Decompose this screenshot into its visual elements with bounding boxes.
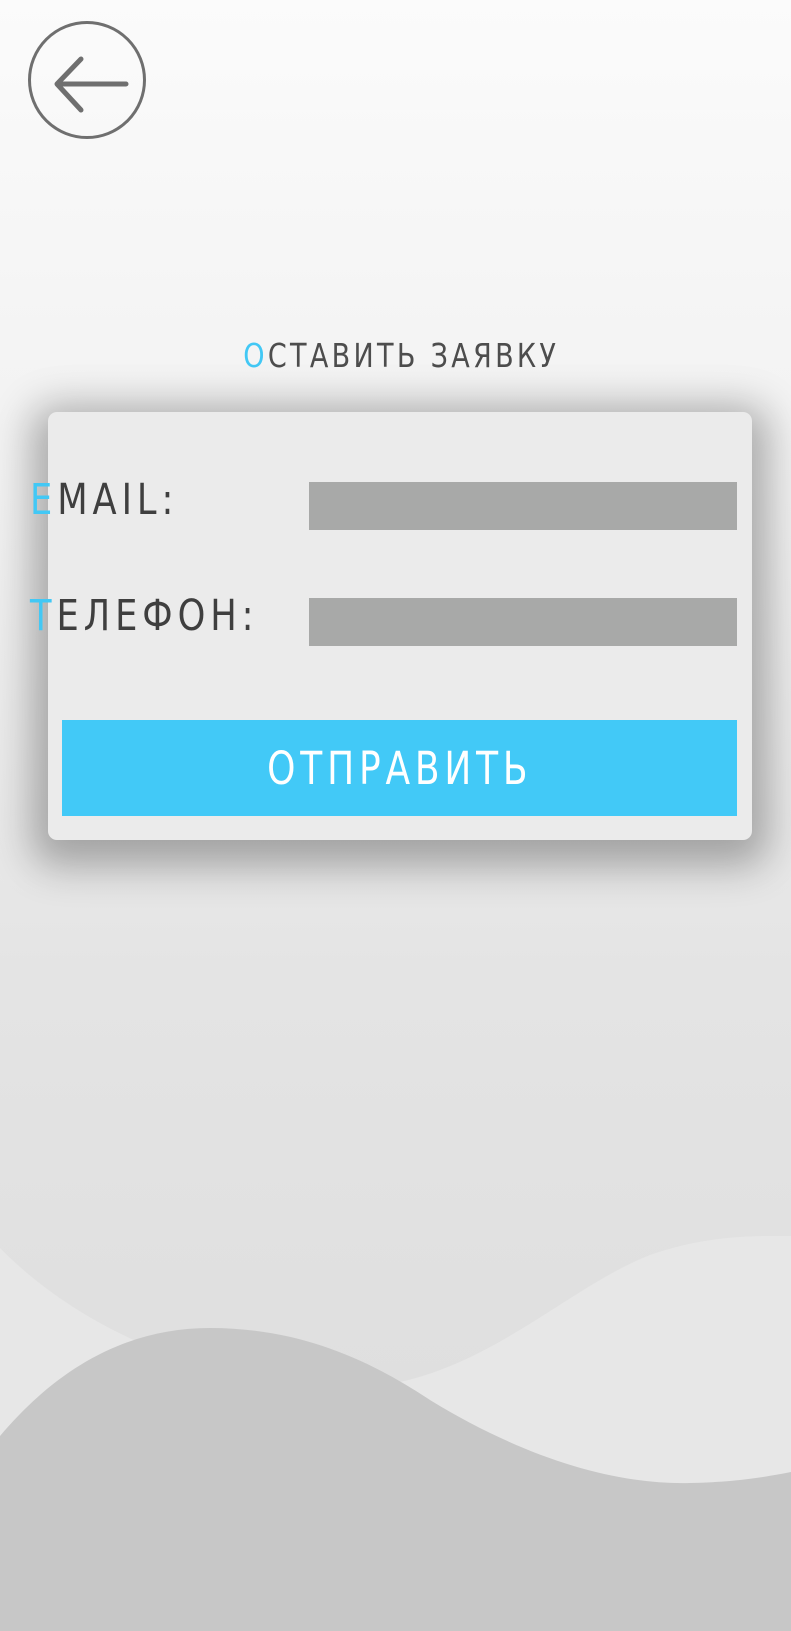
wave-front <box>0 1328 791 1631</box>
arrow-left-icon <box>54 56 129 113</box>
email-label: EMAIL: <box>30 470 178 530</box>
page-title: ОСТАВИТЬ ЗАЯВКУ <box>71 334 720 378</box>
phone-label-accent-letter: Т <box>30 591 57 641</box>
email-label-text: MAIL: <box>57 475 179 525</box>
phone-field[interactable] <box>309 598 737 646</box>
submit-button[interactable]: ОТПРАВИТЬ <box>62 720 737 816</box>
wave-back <box>0 1235 791 1631</box>
page-title-text: СТАВИТЬ ЗАЯВКУ <box>267 336 560 375</box>
email-label-accent-letter: E <box>30 475 58 525</box>
page-title-accent-letter: О <box>243 336 268 375</box>
email-field[interactable] <box>309 482 737 530</box>
submit-button-label: ОТПРАВИТЬ <box>266 741 533 795</box>
phone-label-text: ЕЛЕФОН: <box>56 591 259 641</box>
back-button[interactable] <box>28 21 146 139</box>
phone-label: ТЕЛЕФОН: <box>30 586 258 646</box>
